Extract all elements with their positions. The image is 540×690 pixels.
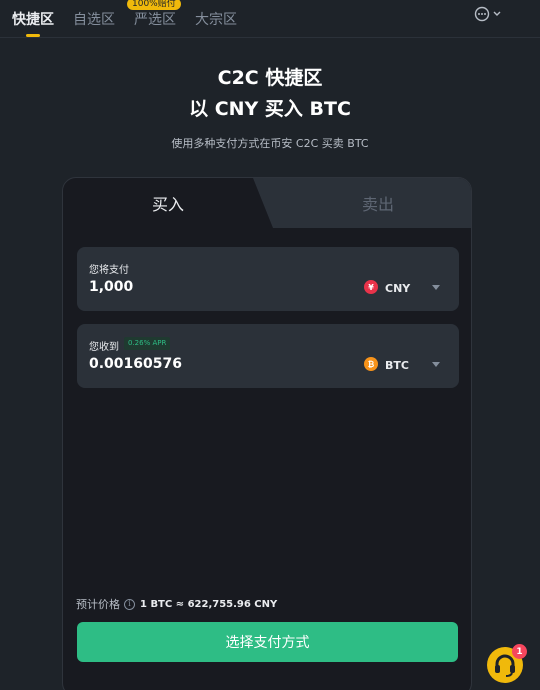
promo-badge: 100%赔付	[127, 0, 181, 10]
notification-badge: 1	[512, 644, 527, 659]
select-payment-method-button[interactable]: 选择支付方式	[77, 622, 458, 662]
apr-badge: 0.26% APR	[124, 337, 171, 350]
more-menu-button[interactable]	[474, 6, 506, 22]
page-description: 使用多种支付方式在币安 C2C 买卖 BTC	[171, 137, 369, 150]
estimated-price-row: 预计价格 i 1 BTC ≈ 622,755.96 CNY	[76, 597, 277, 611]
page-subtitle-heading: 以 CNY 买入 BTC	[189, 98, 351, 120]
top-nav-bar: 快捷区 自选区 严选区 100%赔付 大宗区	[0, 0, 540, 38]
more-horizontal-circle-icon	[474, 6, 501, 22]
tab-favorites-zone[interactable]: 自选区	[73, 9, 115, 29]
btc-icon: ₿	[364, 357, 378, 371]
pay-amount-field[interactable]: 您将支付 1,000 ¥ CNY	[77, 247, 459, 311]
trade-tabs: 买入 卖出	[63, 178, 471, 228]
chevron-down-icon[interactable]	[432, 285, 440, 290]
receive-amount-input[interactable]: 0.00160576	[89, 356, 182, 372]
trade-card: 买入 卖出 您将支付 1,000 ¥ CNY 您收到 0.26% APR 0.0…	[62, 177, 472, 690]
chevron-down-icon[interactable]	[432, 362, 440, 367]
active-tab-indicator	[26, 34, 40, 37]
info-icon[interactable]: i	[124, 598, 135, 610]
tab-bulk-zone[interactable]: 大宗区	[195, 9, 237, 29]
page-title: C2C 快捷区	[217, 67, 323, 89]
pay-currency-code[interactable]: CNY	[385, 282, 410, 295]
receive-amount-field[interactable]: 您收到 0.26% APR 0.00160576 ₿ BTC	[77, 324, 459, 388]
receive-currency-code[interactable]: BTC	[385, 359, 409, 372]
estimated-price-value: 1 BTC ≈ 622,755.96 CNY	[140, 598, 278, 610]
estimated-price-label: 预计价格	[76, 598, 120, 611]
pay-label: 您将支付	[89, 265, 129, 276]
tab-quick-zone[interactable]: 快捷区	[12, 9, 54, 29]
cny-icon: ¥	[364, 280, 378, 294]
tab-buy[interactable]: 买入	[63, 178, 273, 228]
tab-selected-zone[interactable]: 严选区	[134, 9, 176, 29]
receive-label: 您收到	[89, 342, 119, 353]
tab-sell[interactable]: 卖出	[313, 178, 443, 228]
pay-amount-input[interactable]: 1,000	[89, 279, 133, 295]
